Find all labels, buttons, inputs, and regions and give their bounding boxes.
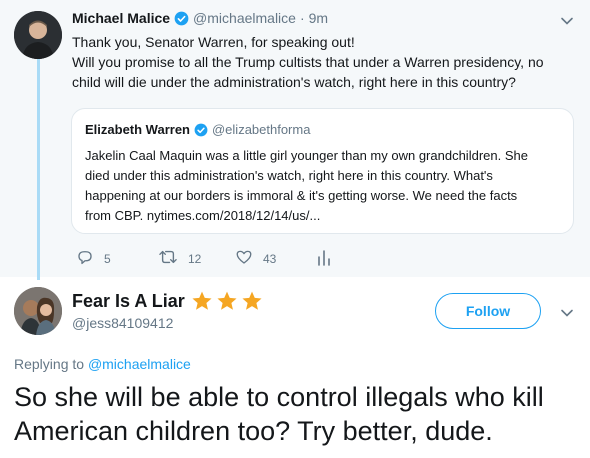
reply-text: So she will be able to control illegals …	[14, 380, 584, 448]
quoted-author-name: Elizabeth Warren	[85, 122, 190, 137]
star-icon	[216, 290, 238, 312]
star-icon	[191, 290, 213, 312]
quoted-tweet[interactable]: Elizabeth Warren @elizabethforma Jakelin…	[71, 108, 574, 234]
retweet-icon	[158, 248, 178, 271]
author-handle[interactable]: @michaelmalice	[193, 10, 296, 26]
reply-text-line: American children too? Try better, dude.	[14, 416, 493, 446]
separator-dot: ·	[299, 10, 305, 26]
quoted-tweet-header: Elizabeth Warren @elizabethforma	[85, 122, 310, 137]
replying-to-label: Replying to	[14, 356, 85, 372]
reply-button[interactable]: 5	[76, 249, 111, 269]
like-count: 43	[263, 252, 277, 266]
chevron-down-icon[interactable]	[560, 14, 574, 28]
verified-badge-icon	[194, 123, 208, 137]
avatar[interactable]	[14, 287, 62, 335]
tweet-header: Michael Malice @michaelmalice · 9m	[72, 10, 328, 26]
like-icon	[235, 248, 253, 271]
chevron-down-icon[interactable]	[560, 306, 574, 320]
quoted-text-line: from CBP. nytimes.com/2018/12/14/us/...	[85, 208, 321, 223]
tweet-text-line: Thank you, Senator Warren, for speaking …	[72, 34, 355, 50]
quoted-author-handle: @elizabethforma	[211, 122, 311, 137]
reply-text-line: So she will be able to control illegals …	[14, 382, 544, 412]
like-button[interactable]: 43	[235, 249, 276, 269]
tweet-actions: 5 12 43	[76, 249, 376, 271]
parent-tweet[interactable]: Michael Malice @michaelmalice · 9m Thank…	[0, 0, 590, 280]
quoted-text-line: Jakelin Caal Maquin was a little girl yo…	[85, 148, 528, 163]
quoted-text-line: died under this administration's watch, …	[85, 168, 493, 183]
verified-badge-icon	[174, 11, 189, 26]
star-icon	[241, 290, 263, 312]
reply-header: Fear Is A Liar	[72, 290, 266, 312]
reply-icon	[76, 248, 94, 271]
author-handle[interactable]: @jess84109412	[72, 315, 173, 331]
star-emojis	[191, 290, 266, 312]
thread-connector-line	[37, 52, 40, 280]
replying-to-link[interactable]: @michaelmalice	[88, 356, 191, 372]
author-name[interactable]: Fear Is A Liar	[72, 291, 185, 312]
avatar[interactable]	[14, 11, 62, 59]
retweet-button[interactable]: 12	[158, 249, 201, 269]
tweet-text-line: child will die under the administration'…	[72, 74, 516, 90]
quoted-tweet-text: Jakelin Caal Maquin was a little girl yo…	[85, 146, 565, 226]
retweet-count: 12	[188, 252, 202, 266]
replying-to: Replying to @michaelmalice	[14, 356, 191, 372]
tweet-text-line: Will you promise to all the Trump cultis…	[72, 54, 544, 70]
quoted-text-line: happening at our borders is immoral & it…	[85, 188, 518, 203]
reply-count: 5	[104, 252, 111, 266]
analytics-icon	[316, 248, 332, 271]
follow-button[interactable]: Follow	[435, 293, 541, 329]
timestamp[interactable]: 9m	[309, 10, 328, 26]
author-name[interactable]: Michael Malice	[72, 10, 170, 26]
analytics-button[interactable]	[316, 249, 332, 269]
tweet-text: Thank you, Senator Warren, for speaking …	[72, 32, 572, 92]
